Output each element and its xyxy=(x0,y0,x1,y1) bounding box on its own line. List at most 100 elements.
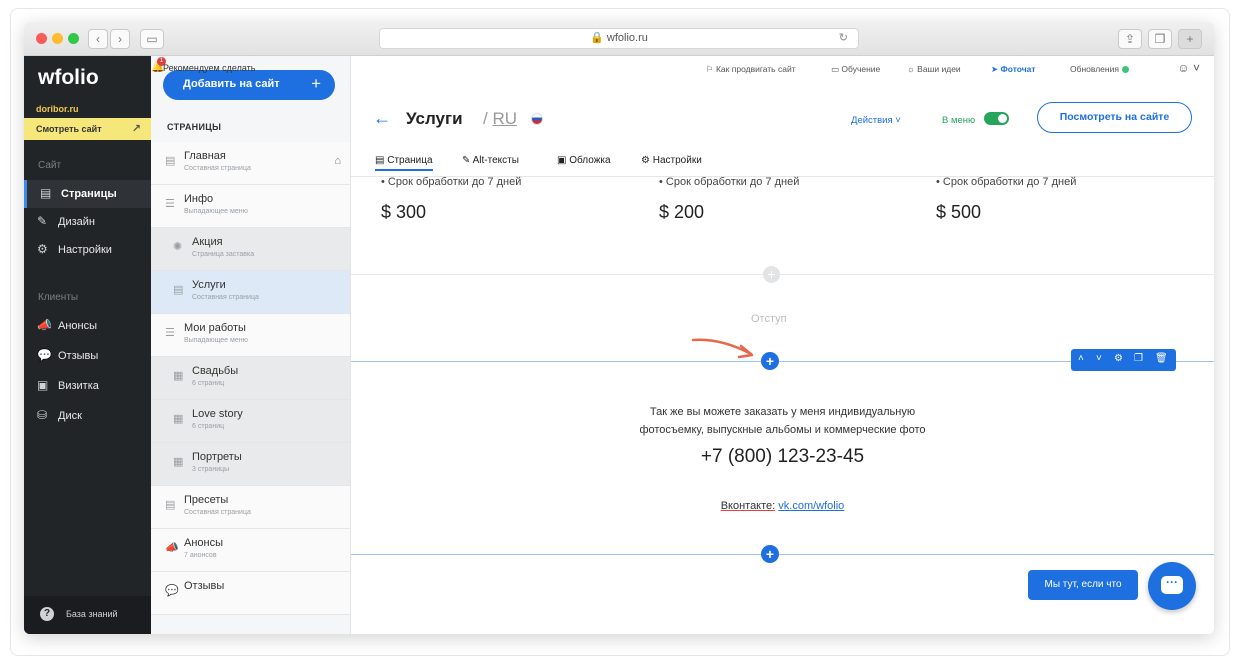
view-on-site-button[interactable]: Посмотреть на сайте xyxy=(1037,102,1192,133)
reload-icon[interactable]: ↻ xyxy=(839,29,848,48)
tabs-icon[interactable]: ❐ xyxy=(1148,29,1172,49)
maximize-window-button[interactable] xyxy=(68,33,79,44)
knowledge-base-button[interactable]: ? База знаний xyxy=(24,596,151,634)
page-type: 6 страниц xyxy=(192,423,225,430)
page-type: Выпадающее меню xyxy=(184,337,248,344)
pages-title: СТРАНИЦЫ xyxy=(167,122,222,132)
brush-icon: ✎ xyxy=(37,214,48,228)
recommend-link[interactable]: Рекомендуем сделать xyxy=(163,63,256,73)
tab-page[interactable]: ▤ Страница xyxy=(375,155,433,171)
page-row-weddings[interactable]: ▦ Свадьбы 6 страниц xyxy=(151,357,350,400)
move-down-icon[interactable]: ˅ xyxy=(1096,353,1102,364)
user-menu-icon[interactable]: ☺ ˅ xyxy=(1177,61,1200,75)
sidebar-item-design[interactable]: ✎ Дизайн xyxy=(24,208,151,236)
back-arrow-icon[interactable]: ← xyxy=(373,108,391,129)
new-tab-icon[interactable]: + xyxy=(1178,29,1202,49)
page-row-portraits[interactable]: ▦ Портреты 3 страницы xyxy=(151,443,350,486)
address-bar[interactable]: 🔒 wfolio.ru ↻ xyxy=(379,28,859,49)
sidebar-item-reviews[interactable]: 💬 Отзывы xyxy=(24,342,151,370)
phone-number: +7 (800) 123-23-45 xyxy=(700,446,865,467)
tab-settings[interactable]: ⚙ Настройки xyxy=(641,155,702,166)
sidebar-item-label: Анонсы xyxy=(58,320,98,332)
page-icon: ▤ xyxy=(173,284,184,296)
sidebar-item-label: Визитка xyxy=(58,380,99,392)
page-name: Love story xyxy=(192,408,243,420)
chat-icon: 💬 xyxy=(165,585,179,597)
page-name: Услуги xyxy=(192,279,226,291)
learning-link[interactable]: ▭ Обучение xyxy=(831,64,880,75)
trash-icon[interactable]: 🗑 xyxy=(1155,353,1168,364)
in-menu-toggle[interactable] xyxy=(984,112,1009,125)
add-block-button[interactable]: + xyxy=(761,545,779,563)
page-type: 6 страниц xyxy=(192,380,225,387)
tab-alt-texts[interactable]: ✎ Alt-тексты xyxy=(462,155,519,166)
price-card[interactable]: • Срок обработки до 7 дней $ 300 xyxy=(381,176,521,223)
sidebar-item-announcements[interactable]: 📣 Анонсы xyxy=(24,312,151,340)
view-site-button[interactable]: Смотреть сайт ↗ xyxy=(24,118,151,140)
splash-icon: ✺ xyxy=(173,241,183,253)
sidebar-toggle-icon[interactable]: ▭ xyxy=(140,29,164,49)
browser-window: ‹ › ▭ 🔒 wfolio.ru ↻ ⇪ ❐ + wfolio doribor… xyxy=(24,22,1214,634)
sidebar-item-settings[interactable]: ⚙ Настройки xyxy=(24,236,151,264)
price-card[interactable]: • Срок обработки до 7 дней $ 200 xyxy=(659,176,799,223)
page-row-services[interactable]: ▤ Услуги Составная страница xyxy=(151,271,350,314)
page-row-my-works[interactable]: ☰ Мои работы Выпадающее меню xyxy=(151,314,350,357)
page-icon: ▤ xyxy=(165,155,176,167)
page-type: 7 анонсов xyxy=(184,552,217,559)
megaphone-icon: 📣 xyxy=(165,542,179,554)
logo[interactable]: wfolio xyxy=(38,66,99,90)
menu-icon: ☰ xyxy=(165,198,175,210)
page-type: Составная страница xyxy=(192,294,259,301)
add-block-button[interactable]: + xyxy=(761,352,779,370)
page-name: Анонсы xyxy=(184,537,224,549)
sidebar-item-label: Страницы xyxy=(61,188,117,200)
chat-button[interactable]: ··· xyxy=(1148,562,1196,610)
gear-icon: ⚙ xyxy=(37,242,48,256)
page-name: Свадьбы xyxy=(192,365,239,377)
russia-flag-icon xyxy=(531,113,543,125)
page-row-promo[interactable]: ✺ Акция Страница заставка xyxy=(151,228,350,271)
knowledge-base-label: База знаний xyxy=(66,609,118,619)
disk-icon: ⛁ xyxy=(37,408,48,422)
sidebar-item-pages[interactable]: ▤ Страницы xyxy=(24,180,151,208)
page-row-love-story[interactable]: ▦ Love story 6 страниц xyxy=(151,400,350,443)
add-to-site-button[interactable]: Добавить на сайт + xyxy=(163,70,335,100)
sidebar-item-label: Дизайн xyxy=(58,216,95,228)
vk-label: Вконтакте: xyxy=(720,500,776,512)
updates-link[interactable]: Обновления xyxy=(1070,64,1129,74)
copy-icon[interactable]: ❐ xyxy=(1134,353,1143,364)
page-name: Акция xyxy=(192,236,223,248)
photochat-link[interactable]: ➤ Фоточат xyxy=(991,64,1036,75)
move-up-icon[interactable]: ˄ xyxy=(1078,353,1084,364)
chat-label[interactable]: Мы тут, если что xyxy=(1028,570,1138,600)
page-type: Составная страница xyxy=(184,509,251,516)
page-row-reviews[interactable]: 💬 Отзывы xyxy=(151,572,350,615)
gallery-icon: ▦ xyxy=(173,456,184,468)
page-row-announcements[interactable]: 📣 Анонсы 7 анонсов xyxy=(151,529,350,572)
page-row-info[interactable]: ☰ Инфо Выпадающее меню xyxy=(151,185,350,228)
ideas-link[interactable]: ☼ Ваши идеи xyxy=(907,64,961,74)
back-nav-icon[interactable]: ‹ xyxy=(88,29,108,49)
sidebar-item-disk[interactable]: ⛁ Диск xyxy=(24,402,151,430)
section-divider xyxy=(351,274,1214,275)
add-block-icon[interactable]: + xyxy=(763,266,780,283)
forward-nav-icon[interactable]: › xyxy=(110,29,130,49)
editor-main: 🔔 1 Рекомендуем сделать ⚐ Как продвигать … xyxy=(151,56,1214,634)
price-feature: • Срок обработки до 7 дней xyxy=(381,176,522,188)
price-feature: • Срок обработки до 7 дней xyxy=(936,176,1077,188)
close-window-button[interactable] xyxy=(36,33,47,44)
sidebar-item-card[interactable]: ▣ Визитка xyxy=(24,372,151,400)
share-icon[interactable]: ⇪ xyxy=(1118,29,1142,49)
minimize-window-button[interactable] xyxy=(52,33,63,44)
vk-link[interactable]: vk.com/wfolio xyxy=(778,500,844,512)
language-selector[interactable]: / RU xyxy=(483,109,517,129)
page-row-presets[interactable]: ▤ Пресеты Составная страница xyxy=(151,486,350,529)
menu-icon: ☰ xyxy=(165,327,175,339)
price-card[interactable]: • Срок обработки до 7 дней $ 500 xyxy=(936,176,1076,223)
page-row-home[interactable]: ▤ Главная Составная страница ⌂ xyxy=(151,142,350,185)
tab-cover[interactable]: ▣ Обложка xyxy=(557,155,611,166)
actions-dropdown[interactable]: Действия ˅ xyxy=(851,115,901,126)
gear-icon[interactable]: ⚙ xyxy=(1114,353,1123,364)
page-type: Составная страница xyxy=(184,165,251,172)
promote-site-link[interactable]: ⚐ Как продвигать сайт xyxy=(706,64,796,75)
